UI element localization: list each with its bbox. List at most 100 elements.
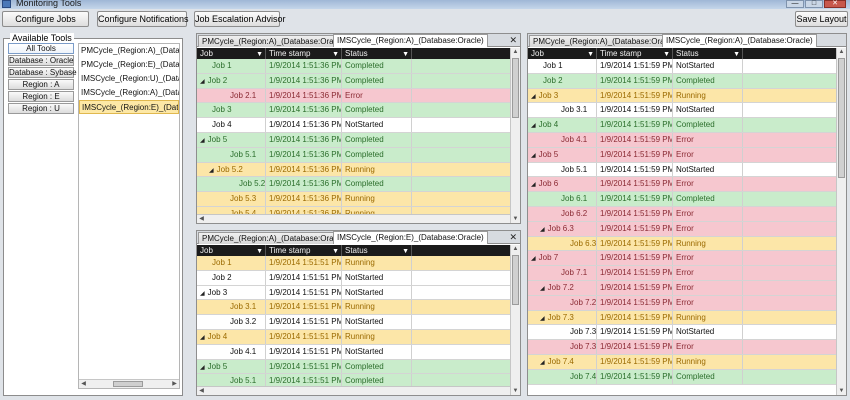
expand-triangle-icon[interactable]: ◢ — [531, 182, 536, 188]
tool-item-selected[interactable]: IMSCycle_(Region:E)_(Database:Oracle) — [79, 100, 179, 114]
save-layout-button[interactable]: Save Layout — [795, 11, 848, 27]
expand-triangle-icon[interactable]: ◢ — [200, 79, 205, 85]
table-row[interactable]: Job 1 1/9/2014 1:51:51 PM Running — [197, 256, 510, 271]
scroll-up-icon[interactable]: ▲ — [837, 48, 846, 56]
scroll-right-icon[interactable]: ▶ — [170, 380, 179, 388]
table-row[interactable]: Job 3.1 1/9/2014 1:51:51 PM Running — [197, 300, 510, 316]
table-row[interactable]: ◢ Job 4 1/9/2014 1:51:59 PM Completed — [528, 118, 836, 133]
scrollbar-thumb[interactable] — [512, 58, 519, 118]
table-row[interactable]: Job 5.1 1/9/2014 1:51:59 PM NotStarted — [528, 162, 836, 178]
expand-triangle-icon[interactable]: ◢ — [531, 123, 536, 129]
scroll-down-icon[interactable]: ▼ — [511, 215, 520, 223]
tool-item[interactable]: PMCycle_(Region:A)_(Database:Oracle) — [79, 44, 179, 58]
table-row[interactable]: Job 3.2 1/9/2014 1:51:51 PM NotStarted — [197, 315, 510, 330]
expand-triangle-icon[interactable]: ◢ — [200, 291, 205, 297]
table-row[interactable]: ◢ Job 2 1/9/2014 1:51:36 PM Completed — [197, 73, 510, 89]
table-row[interactable]: ◢ Job 5 1/9/2014 1:51:36 PM Completed — [197, 132, 510, 148]
table-row[interactable]: Job 2 1/9/2014 1:51:51 PM NotStarted — [197, 270, 510, 286]
table-row[interactable]: Job 2 1/9/2014 1:51:59 PM Completed — [528, 73, 836, 89]
scroll-left-icon[interactable]: ◀ — [197, 387, 206, 395]
table-row[interactable]: ◢ Job 5 1/9/2014 1:51:59 PM Error — [528, 147, 836, 163]
column-header-timestamp[interactable]: Time stamp ▼ — [266, 48, 342, 59]
filter-region-a[interactable]: Region : A — [8, 79, 74, 90]
tab-pmcycle-region-a[interactable]: PMCycle_(Region:A)_(Database:Oracle) — [529, 35, 664, 47]
tool-item[interactable]: IMSCycle_(Region:U)_(Database:Sybase) — [79, 72, 179, 86]
scroll-up-icon[interactable]: ▲ — [511, 245, 520, 253]
table-row[interactable]: ◢ Job 7.2 1/9/2014 1:51:59 PM Error — [528, 280, 836, 296]
table-row[interactable]: ◢ Job 5.2 1/9/2014 1:51:36 PM Running — [197, 162, 510, 178]
tab-imscycle-region-a[interactable]: IMSCycle_(Region:A)_(Database:Oracle) — [662, 34, 817, 47]
scroll-up-icon[interactable]: ▲ — [511, 48, 520, 56]
configure-jobs-button[interactable]: Configure Jobs — [2, 11, 89, 27]
table-row[interactable]: ◢ Job 7.4 1/9/2014 1:51:59 PM Running — [528, 354, 836, 370]
scroll-left-icon[interactable]: ◀ — [197, 215, 206, 223]
tab-pmcycle-region-a[interactable]: PMCycle_(Region:A)_(Database:Oracle) — [198, 232, 351, 244]
expand-triangle-icon[interactable]: ◢ — [531, 153, 536, 159]
scroll-down-icon[interactable]: ▼ — [837, 387, 846, 395]
close-window-button[interactable]: ✕ — [824, 0, 846, 8]
table-row[interactable]: Job 4.1 1/9/2014 1:51:59 PM Error — [528, 132, 836, 148]
table-row[interactable]: Job 7.3.21/9/2014 1:51:59 PMError — [528, 340, 836, 355]
scroll-left-icon[interactable]: ◀ — [79, 380, 88, 388]
expand-triangle-icon[interactable]: ◢ — [200, 365, 205, 371]
filter-region-e[interactable]: Region : E — [8, 91, 74, 102]
table-row[interactable]: Job 2.1 1/9/2014 1:51:36 PM Error — [197, 88, 510, 104]
column-header-timestamp[interactable]: Time stamp ▼ — [597, 48, 673, 59]
table-row[interactable]: ◢ Job 7 1/9/2014 1:51:59 PM Error — [528, 251, 836, 267]
table-row[interactable]: ◢ Job 7.3 1/9/2014 1:51:59 PM Running — [528, 310, 836, 326]
table-row[interactable]: Job 3 1/9/2014 1:51:36 PM Completed — [197, 103, 510, 119]
table-row[interactable]: Job 7.2.11/9/2014 1:51:59 PMError — [528, 295, 836, 311]
tool-item[interactable]: IMSCycle_(Region:A)_(Database:Oracle) — [79, 86, 179, 100]
expand-triangle-icon[interactable]: ◢ — [531, 256, 536, 262]
column-header-job[interactable]: Job ▼ — [197, 245, 266, 256]
filter-region-u[interactable]: Region : U — [8, 103, 74, 114]
tab-imscycle-region-e[interactable]: IMSCycle_(Region:E)_(Database:Oracle) — [333, 231, 488, 244]
expand-triangle-icon[interactable]: ◢ — [540, 360, 545, 366]
vertical-scrollbar[interactable]: ▲ ▼ — [836, 48, 846, 395]
close-pane-icon[interactable]: ✕ — [509, 35, 517, 45]
horizontal-scrollbar[interactable]: ◀ — [197, 386, 510, 395]
filter-all-tools[interactable]: All Tools — [8, 43, 74, 54]
table-row[interactable]: Job 7.4.11/9/2014 1:51:59 PMCompleted — [528, 369, 836, 385]
table-row[interactable]: ◢ Job 3 1/9/2014 1:51:51 PM NotStarted — [197, 285, 510, 301]
close-pane-icon[interactable]: ✕ — [509, 232, 517, 242]
expand-triangle-icon[interactable]: ◢ — [540, 286, 545, 292]
filter-database-oracle[interactable]: Database : Oracle — [8, 55, 74, 66]
tab-imscycle-region-a[interactable]: IMSCycle_(Region:A)_(Database:Oracle) — [333, 34, 488, 47]
column-header-job[interactable]: Job ▼ — [197, 48, 266, 59]
table-row[interactable]: Job 1 1/9/2014 1:51:36 PM Completed — [197, 59, 510, 74]
configure-notifications-button[interactable]: Configure Notifications — [97, 11, 189, 27]
table-row[interactable]: Job 5.3 1/9/2014 1:51:36 PM Running — [197, 192, 510, 207]
expand-triangle-icon[interactable]: ◢ — [540, 316, 545, 322]
expand-triangle-icon[interactable]: ◢ — [540, 227, 545, 233]
scrollbar-thumb[interactable] — [838, 58, 845, 178]
vertical-scrollbar[interactable]: ▲ ▼ — [510, 245, 520, 395]
column-header-status[interactable]: Status ▼ — [342, 48, 412, 59]
table-row[interactable]: ◢ Job 6.3 1/9/2014 1:51:59 PM Error — [528, 221, 836, 237]
table-row[interactable]: Job 6.2 1/9/2014 1:51:59 PM Error — [528, 206, 836, 222]
scrollbar-thumb[interactable] — [512, 255, 519, 305]
table-row[interactable]: Job 4 1/9/2014 1:51:36 PM NotStarted — [197, 118, 510, 133]
column-header-status[interactable]: Status ▼ — [342, 245, 412, 256]
expand-triangle-icon[interactable]: ◢ — [200, 335, 205, 341]
minimize-button[interactable]: — — [786, 0, 804, 8]
table-row[interactable]: Job 4.1 1/9/2014 1:51:51 PM NotStarted — [197, 344, 510, 360]
tab-pmcycle-region-a[interactable]: PMCycle_(Region:A)_(Database:Oracle) — [198, 35, 351, 47]
table-row[interactable]: ◢ Job 6 1/9/2014 1:51:59 PM Error — [528, 177, 836, 193]
expand-triangle-icon[interactable]: ◢ — [200, 138, 205, 144]
vertical-scrollbar[interactable]: ▲ ▼ — [510, 48, 520, 223]
table-row[interactable]: Job 7.3.11/9/2014 1:51:59 PMNotStarted — [528, 325, 836, 341]
table-row[interactable]: ◢ Job 5 1/9/2014 1:51:51 PM Completed — [197, 359, 510, 375]
table-row[interactable]: Job 6.3.11/9/2014 1:51:59 PMRunning — [528, 236, 836, 252]
horizontal-scrollbar[interactable]: ◀ — [197, 214, 510, 223]
filter-database-sybase[interactable]: Database : Sybase — [8, 67, 77, 78]
column-header-job[interactable]: Job ▼ — [528, 48, 597, 59]
table-row[interactable]: Job 5.1 1/9/2014 1:51:36 PM Completed — [197, 147, 510, 163]
table-row[interactable]: Job 6.1 1/9/2014 1:51:59 PM Completed — [528, 192, 836, 207]
table-row[interactable]: ◢ Job 3 1/9/2014 1:51:59 PM Running — [528, 88, 836, 104]
scroll-down-icon[interactable]: ▼ — [511, 387, 520, 395]
column-header-timestamp[interactable]: Time stamp ▼ — [266, 245, 342, 256]
table-row[interactable]: Job 5.2.11/9/2014 1:51:36 PMCompleted — [197, 177, 510, 193]
table-row[interactable]: Job 3.1 1/9/2014 1:51:59 PM NotStarted — [528, 103, 836, 119]
table-row[interactable]: Job 1 1/9/2014 1:51:59 PM NotStarted — [528, 59, 836, 74]
